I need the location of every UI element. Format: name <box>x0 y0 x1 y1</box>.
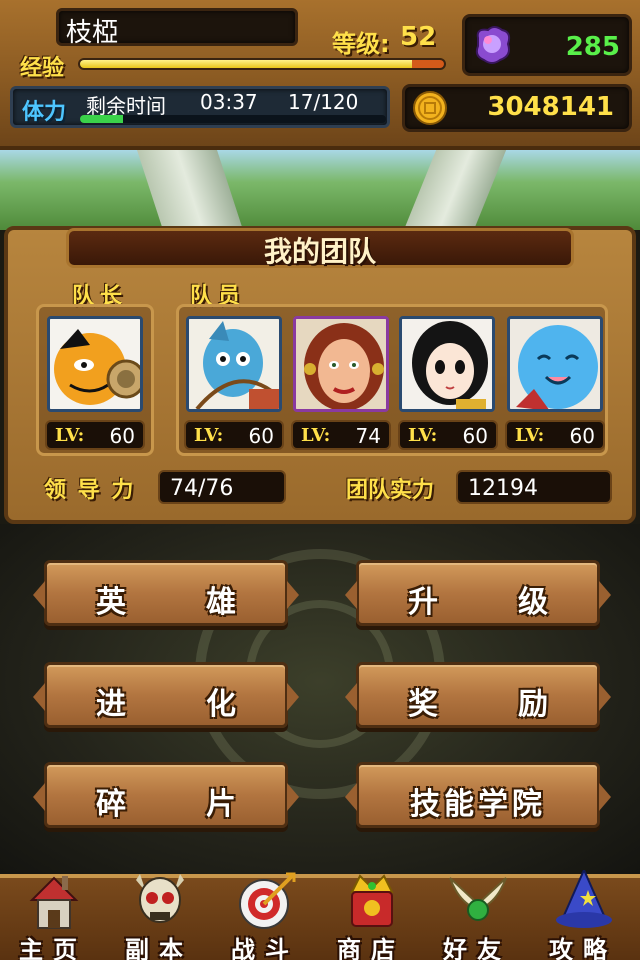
stamina-count: 17/120 <box>288 90 359 114</box>
fragments-char-1: 碎 <box>96 787 126 822</box>
stamina-label: 体力 <box>22 100 67 125</box>
leader-portrait[interactable] <box>47 316 143 412</box>
gem-icon <box>475 26 511 64</box>
member-portrait-4[interactable] <box>507 316 603 412</box>
upgrade-char-1: 升 <box>408 585 438 620</box>
heroes-char-1: 英 <box>96 585 126 620</box>
skill-academy-button[interactable]: 技能学院 <box>345 762 611 828</box>
leadership-box: 74/76 <box>158 470 286 504</box>
tree-trunk <box>137 150 243 230</box>
member-level-box-1: LV: 60 <box>184 420 284 450</box>
member-level-1: 60 <box>248 424 274 448</box>
evolve-button[interactable]: 进化 <box>33 662 299 728</box>
fragments-char-2: 片 <box>206 787 236 822</box>
winged-emblem-icon <box>449 877 507 921</box>
team-power-value: 12194 <box>468 476 538 501</box>
nav-shop[interactable]: 商店 <box>318 874 424 960</box>
stamina-bar-fill <box>80 115 123 123</box>
leader-level-box: LV: 60 <box>45 420 145 450</box>
evolve-char-2: 化 <box>206 687 236 722</box>
nav-friends-label: 好友 <box>443 936 511 960</box>
lv-tag: LV: <box>301 425 331 446</box>
nav-home-label: 主页 <box>19 936 87 960</box>
tiger-warrior-icon <box>50 319 140 409</box>
upgrade-button[interactable]: 升级 <box>345 560 611 626</box>
evolve-char-1: 进 <box>96 687 126 722</box>
blue-fish-archer-icon <box>189 319 279 409</box>
nav-shop-label: 商店 <box>337 936 405 960</box>
wizard-hat-icon <box>556 870 612 928</box>
target-icon <box>239 872 296 929</box>
member-portrait-3[interactable] <box>399 316 495 412</box>
team-title: 我的团队 <box>263 235 376 268</box>
exp-bar <box>78 58 446 70</box>
blue-smiling-creature-icon <box>510 319 600 409</box>
level-label: 等级: <box>332 30 390 58</box>
gold-coin-icon <box>413 91 447 125</box>
level-value: 52 <box>400 22 437 52</box>
exp-bar-fill <box>80 60 415 68</box>
heroes-char-2: 雄 <box>206 585 236 620</box>
nav-guide[interactable]: 攻略 <box>530 870 636 960</box>
team-power-box: 12194 <box>456 470 612 504</box>
exp-label: 经验 <box>20 56 65 81</box>
upgrade-char-2: 级 <box>518 585 548 620</box>
member-level-4: 60 <box>569 424 595 448</box>
house-icon <box>29 876 79 929</box>
leadership-value: 74/76 <box>170 476 234 501</box>
player-name: 枝椏 <box>66 18 119 48</box>
member-level-box-3: LV: 60 <box>398 420 498 450</box>
reward-char-1: 奖 <box>408 687 438 722</box>
leader-level: 60 <box>109 424 135 448</box>
reward-char-2: 励 <box>518 687 548 722</box>
nav-home[interactable]: 主页 <box>0 876 106 960</box>
fragments-button[interactable]: 碎片 <box>33 762 299 828</box>
team-power-label: 团队实力 <box>346 478 435 503</box>
heroes-button[interactable]: 英雄 <box>33 560 299 626</box>
tree-trunk <box>403 150 507 230</box>
status-bar: 枝椏 经验 等级: 52 285 体力 剩余时间 03:37 17/120 30… <box>0 0 640 150</box>
member-level-3: 60 <box>462 424 488 448</box>
gem-value: 285 <box>565 32 620 62</box>
lv-tag: LV: <box>515 425 545 446</box>
leadership-label: 领 导 力 <box>44 478 136 503</box>
stamina-bar <box>80 115 386 123</box>
exp-bar-tail <box>412 60 444 68</box>
black-haired-girl-icon <box>402 319 492 409</box>
skull-icon <box>136 874 184 923</box>
member-level-2: 74 <box>355 424 381 448</box>
skill-academy-label: 技能学院 <box>410 787 546 822</box>
member-level-box-4: LV: 60 <box>505 420 605 450</box>
nav-battle[interactable]: 战斗 <box>212 872 318 960</box>
gold-value: 3048141 <box>487 92 614 122</box>
reward-button[interactable]: 奖励 <box>345 662 611 728</box>
crown-icon <box>350 874 394 927</box>
member-portrait-2[interactable] <box>293 316 389 412</box>
nav-guide-label: 攻略 <box>549 936 617 960</box>
lv-tag: LV: <box>194 425 224 446</box>
lv-tag: LV: <box>408 425 438 446</box>
forest-backdrop <box>0 150 640 230</box>
nav-dungeon[interactable]: 副本 <box>106 874 212 960</box>
bottom-nav: 主页 副本 战斗 商店 好友 攻略 <box>0 870 640 960</box>
member-level-box-2: LV: 74 <box>291 420 391 450</box>
red-haired-woman-icon <box>296 319 386 409</box>
stamina-timer: 03:37 <box>200 90 258 114</box>
nav-battle-label: 战斗 <box>231 936 299 960</box>
member-portrait-1[interactable] <box>186 316 282 412</box>
nav-dungeon-label: 副本 <box>125 936 193 960</box>
nav-friends[interactable]: 好友 <box>424 877 530 960</box>
lv-tag: LV: <box>55 425 85 446</box>
